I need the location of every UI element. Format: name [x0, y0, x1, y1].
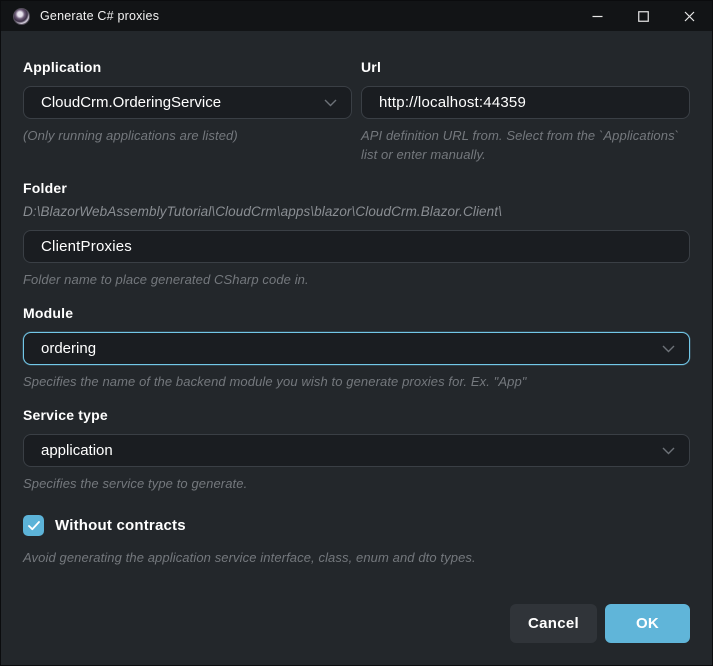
chevron-down-icon	[662, 447, 675, 455]
checkmark-icon	[28, 521, 40, 531]
without-contracts-row[interactable]: Without contracts	[23, 515, 690, 536]
service-type-group: Service type application Specifies the s…	[23, 405, 690, 493]
service-type-helper: Specifies the service type to generate.	[23, 474, 690, 493]
window-controls	[574, 1, 712, 31]
application-helper: (Only running applications are listed)	[23, 126, 352, 145]
folder-group: Folder D:\BlazorWebAssemblyTutorial\Clou…	[23, 178, 690, 289]
window-title: Generate C# proxies	[40, 9, 159, 23]
ok-button[interactable]: OK	[605, 604, 690, 643]
close-button[interactable]	[666, 1, 712, 31]
application-select[interactable]: CloudCrm.OrderingService	[23, 86, 352, 119]
maximize-icon	[638, 11, 649, 22]
module-select[interactable]: ordering	[23, 332, 690, 365]
folder-input[interactable]	[23, 230, 690, 263]
service-type-label: Service type	[23, 405, 690, 426]
cancel-button[interactable]: Cancel	[510, 604, 597, 643]
application-selected-value: CloudCrm.OrderingService	[41, 94, 221, 111]
without-contracts-group: Without contracts Avoid generating the a…	[23, 515, 690, 567]
application-group: Application CloudCrm.OrderingService (On…	[23, 57, 352, 164]
chevron-down-icon	[324, 99, 337, 107]
without-contracts-label: Without contracts	[55, 517, 186, 534]
url-label: Url	[361, 57, 690, 78]
module-helper: Specifies the name of the backend module…	[23, 372, 690, 391]
service-type-selected-value: application	[41, 442, 113, 459]
url-group: Url API definition URL from. Select from…	[361, 57, 690, 164]
minimize-icon	[592, 11, 603, 22]
module-selected-value: ordering	[41, 340, 96, 357]
folder-label: Folder	[23, 178, 690, 199]
without-contracts-helper: Avoid generating the application service…	[23, 548, 690, 567]
url-input[interactable]	[361, 86, 690, 119]
application-label: Application	[23, 57, 352, 78]
maximize-button[interactable]	[620, 1, 666, 31]
module-label: Module	[23, 303, 690, 324]
title-bar[interactable]: Generate C# proxies	[1, 1, 712, 31]
minimize-button[interactable]	[574, 1, 620, 31]
dialog-footer: Cancel OK	[23, 604, 690, 643]
url-helper: API definition URL from. Select from the…	[361, 126, 690, 164]
dialog-content: Application CloudCrm.OrderingService (On…	[1, 31, 712, 665]
module-group: Module ordering Specifies the name of th…	[23, 303, 690, 391]
service-type-select[interactable]: application	[23, 434, 690, 467]
abp-logo-icon	[13, 8, 30, 25]
application-url-row: Application CloudCrm.OrderingService (On…	[23, 57, 690, 164]
without-contracts-checkbox[interactable]	[23, 515, 44, 536]
chevron-down-icon	[662, 345, 675, 353]
folder-path: D:\BlazorWebAssemblyTutorial\CloudCrm\ap…	[23, 202, 690, 221]
folder-helper: Folder name to place generated CSharp co…	[23, 270, 690, 289]
close-icon	[684, 11, 695, 22]
generate-proxies-dialog: Generate C# proxies Application CloudCrm…	[0, 0, 713, 666]
